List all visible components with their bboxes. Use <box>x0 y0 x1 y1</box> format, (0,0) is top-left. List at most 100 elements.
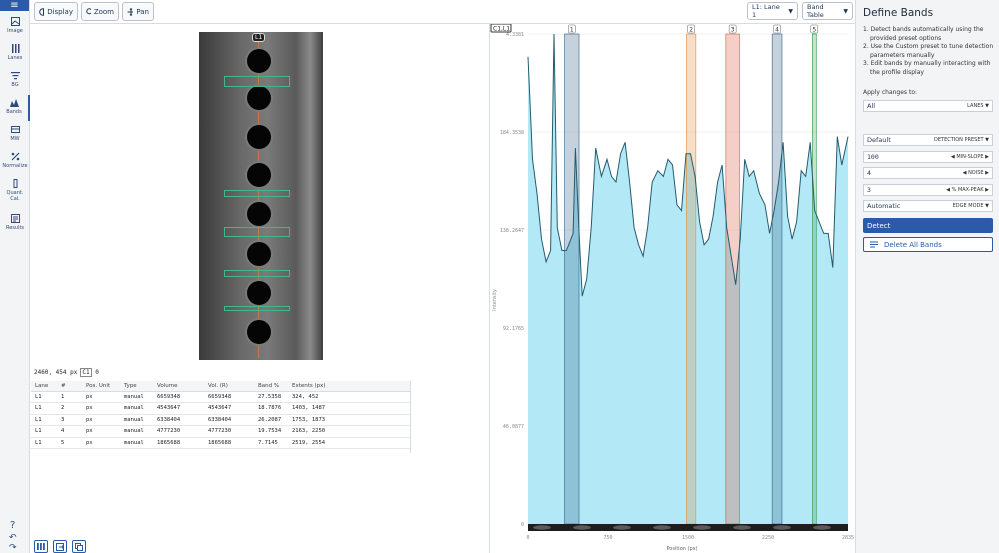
table-select[interactable]: Band Table ▼ <box>802 2 853 20</box>
column-header[interactable]: Band % <box>254 381 288 392</box>
cell: 19.7534 <box>254 425 288 438</box>
min-slope-stepper[interactable]: 100 ◀ MIN-SLOPE ▶ <box>863 151 993 163</box>
band-box[interactable] <box>224 76 290 87</box>
copy-button[interactable] <box>72 540 86 553</box>
columns-icon <box>37 543 45 550</box>
band-box[interactable] <box>224 227 290 237</box>
column-header[interactable]: Volume <box>153 381 204 392</box>
column-header[interactable]: Lane <box>31 381 57 392</box>
undo-icon[interactable]: ↶ <box>9 533 17 543</box>
well <box>247 49 271 73</box>
x-tick-label: 1500 <box>682 535 694 541</box>
preset-select[interactable]: Default DETECTION PRESET ▼ <box>863 134 993 146</box>
table-row[interactable]: L1 2 px manual 4543647 4543647 18.7876 1403, 14… <box>31 402 410 415</box>
lane-select[interactable]: L1: Lane 1 ▼ <box>747 2 798 20</box>
zoom-label: Zoom <box>93 7 114 16</box>
lanes-value: All <box>867 102 876 110</box>
band-box[interactable] <box>224 190 290 197</box>
table-row[interactable]: L1 4 px manual 4777230 4777230 19.7534 2163, 22… <box>31 425 410 438</box>
mw-icon <box>10 124 20 134</box>
column-header[interactable]: Vol. (R) <box>204 381 254 392</box>
copy-icon <box>75 542 83 551</box>
band-region <box>812 33 817 525</box>
pan-button[interactable]: Pan <box>122 2 154 21</box>
cell: 3 <box>57 414 82 426</box>
lanes-label: LANES <box>967 103 984 109</box>
well <box>247 281 271 305</box>
noise-label: NOISE <box>968 170 984 176</box>
zoom-button[interactable]: Zoom <box>81 2 119 21</box>
export-icon <box>56 542 64 551</box>
band-box[interactable] <box>224 270 290 277</box>
band-label: 2 <box>689 27 693 34</box>
redo-icon[interactable]: ↷ <box>9 543 17 553</box>
column-header[interactable]: Type <box>120 381 153 392</box>
apply-label: Apply changes to: <box>863 89 918 96</box>
strip-well <box>613 525 631 530</box>
chart-tag: C1,L1 <box>490 24 512 33</box>
table-row[interactable]: L1 3 px manual 6338404 6338404 26.2087 1753, 18… <box>31 414 410 426</box>
left-rail: ≡ Image Lanes BG Bands MW Normalize Quan… <box>0 0 30 553</box>
chevron-left-icon[interactable]: ◀ <box>946 187 950 193</box>
help-icon[interactable]: ? <box>10 520 15 531</box>
cell: 324, 452 <box>288 391 410 403</box>
column-header[interactable]: Pos. Unit <box>82 381 120 392</box>
bands-icon <box>9 97 19 107</box>
cell: manual <box>120 402 153 415</box>
strip-well <box>693 525 711 530</box>
rail-item-bg[interactable]: BG <box>0 68 30 94</box>
cell: 1865688 <box>153 437 204 449</box>
y-tick-label: 0 <box>521 522 524 528</box>
band-label: 5 <box>812 27 816 34</box>
edge-mode-select[interactable]: Automatic EDGE MODE ▼ <box>863 200 993 212</box>
table-row[interactable]: L1 1 px manual 6659348 6659348 27.5358 324, 452 <box>31 391 410 403</box>
display-button[interactable]: Display <box>34 2 78 21</box>
cell: px <box>82 391 120 403</box>
export-button[interactable] <box>53 540 67 553</box>
delete-all-bands-button[interactable]: Delete All Bands <box>863 237 993 252</box>
detect-button[interactable]: Detect <box>863 218 993 233</box>
column-header[interactable]: # <box>57 381 82 392</box>
rail-item-image[interactable]: Image <box>0 14 30 40</box>
chevron-left-icon[interactable]: ◀ <box>963 170 967 176</box>
cell: 2519, 2554 <box>288 437 410 449</box>
chevron-right-icon[interactable]: ▶ <box>985 170 989 176</box>
gel-image[interactable]: L1 <box>199 32 323 360</box>
column-header[interactable]: Extents (px) <box>288 381 410 392</box>
chevron-left-icon[interactable]: ◀ <box>951 154 955 160</box>
results-icon <box>10 213 20 223</box>
cell: 2 <box>57 402 82 415</box>
lane-tag[interactable]: L1 <box>252 33 266 42</box>
table-row[interactable]: L1 5 px manual 1865688 1865688 7.7145 2519, 255… <box>31 437 410 449</box>
rail-item-mw[interactable]: MW <box>0 122 30 148</box>
cell: 6659348 <box>204 391 254 403</box>
rail-item-lanes[interactable]: Lanes <box>0 41 30 67</box>
rail-item-quant-cal[interactable]: Quant. Cal. <box>0 176 30 208</box>
lanes-icon <box>10 43 20 53</box>
noise-stepper[interactable]: 4 ◀ NOISE ▶ <box>863 167 993 179</box>
y-tick-label: 92.1765 <box>503 326 524 332</box>
y-tick-label: 46.0877 <box>503 424 524 430</box>
rail-item-normalize[interactable]: Normalize <box>0 149 30 175</box>
chevron-right-icon[interactable]: ▶ <box>985 187 989 193</box>
display-label: Display <box>47 7 73 16</box>
menu-button[interactable]: ≡ <box>0 0 29 11</box>
lanes-select[interactable]: All LANES ▼ <box>863 100 993 112</box>
profile-chart[interactable]: 1 2 3 4 5 0 46.0877 92.1765 138.2647 184.3538 4.3… <box>490 24 855 553</box>
chevron-right-icon[interactable]: ▶ <box>985 154 989 160</box>
rail-item-results[interactable]: Results <box>0 211 30 237</box>
rail-label: Lanes <box>7 55 23 61</box>
band-box[interactable] <box>224 306 290 311</box>
cell: L1 <box>31 414 57 426</box>
cell: manual <box>120 437 153 449</box>
max-peak-stepper[interactable]: 3 ◀ % MAX-PEAK ▶ <box>863 184 993 196</box>
columns-button[interactable] <box>34 540 48 553</box>
cell: 1403, 1487 <box>288 402 410 415</box>
cell: 6338404 <box>204 414 254 426</box>
x-tick-label: 750 <box>603 535 612 541</box>
clear-list-icon <box>870 241 878 248</box>
rail-label: Normalize <box>2 163 28 169</box>
rail-item-bands[interactable]: Bands <box>0 95 30 121</box>
coordinate-readout: 2460, 454 px C1 0 <box>34 368 99 377</box>
band-label: 4 <box>775 27 779 34</box>
